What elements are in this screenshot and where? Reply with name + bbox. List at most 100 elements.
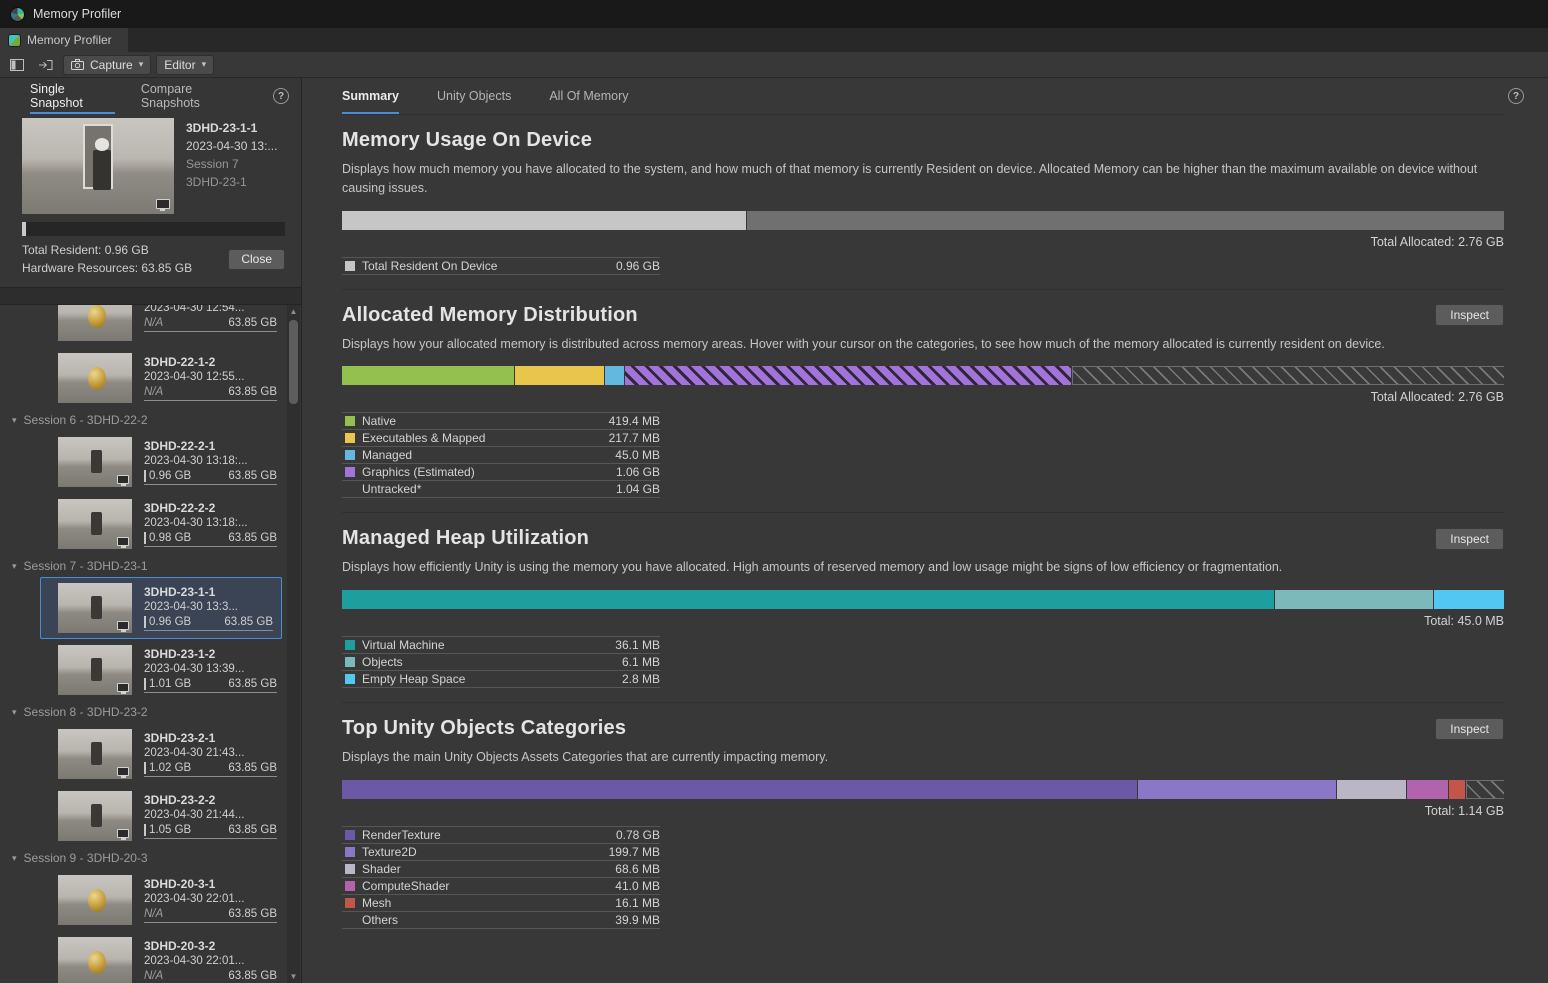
legend-swatch [345, 657, 355, 667]
section-header: Allocated Memory DistributionInspect [342, 304, 1504, 327]
snapshot-thumbnail [58, 729, 132, 779]
resident-memory-bar [22, 222, 285, 236]
scrollbar-thumb[interactable] [289, 320, 298, 404]
inspect-button[interactable]: Inspect [1435, 528, 1504, 550]
legend-value: 36.1 MB [615, 638, 660, 652]
section-header: Memory Usage On Device [342, 129, 1504, 152]
help-icon[interactable]: ? [1508, 88, 1524, 104]
snapshot-list-item[interactable]: 2023-04-30 12:54...N/A63.85 GB [0, 305, 285, 347]
bar-segment-native[interactable] [342, 366, 514, 385]
session-label: Session 6 - 3DHD-22-2 [24, 413, 148, 427]
snapshot-list-item[interactable]: 3DHD-22-2-22023-04-30 13:18:...0.98 GB63… [0, 493, 285, 555]
tab-all-of-memory[interactable]: All Of Memory [549, 78, 628, 114]
legend-row: Managed45.0 MB [342, 447, 660, 464]
total-label: Total Allocated: 2.76 GB [342, 390, 1504, 404]
snapshot-date: 2023-04-30 13:39... [144, 663, 277, 675]
main-tab-bar: Summary Unity Objects All Of Memory ? [302, 78, 1548, 114]
capture-button[interactable]: Capture ▾ [63, 55, 151, 75]
snapshot-list-item[interactable]: 3DHD-20-3-12023-04-30 22:01...N/A63.85 G… [0, 869, 285, 931]
bar-segment-virtual-machine[interactable] [342, 590, 1274, 609]
snapshot-name: 3DHD-20-3-1 [144, 877, 277, 891]
tab-compare-snapshots[interactable]: Compare Snapshots [141, 78, 247, 114]
legend-swatch [345, 881, 355, 891]
bar-segment-executables-mapped[interactable] [515, 366, 604, 385]
bar-segment-mesh[interactable] [1449, 780, 1465, 799]
close-button[interactable]: Close [228, 249, 285, 270]
bar-segment-untracked[interactable] [1072, 366, 1504, 385]
legend-swatch [345, 640, 355, 650]
session-header[interactable]: ▾Session 6 - 3DHD-22-2 [0, 409, 285, 431]
editor-dropdown[interactable]: Editor ▾ [156, 55, 214, 75]
snapshot-list-item[interactable]: 3DHD-23-1-22023-04-30 13:39...1.01 GB63.… [0, 639, 285, 701]
legend-value: 39.9 MB [615, 913, 660, 927]
legend-label: Others [362, 913, 615, 927]
bar-segment-objects[interactable] [1275, 590, 1433, 609]
snapshot-values: 0.96 GB63.85 GB [144, 616, 273, 631]
tab-single-snapshot[interactable]: Single Snapshot [30, 78, 115, 114]
help-icon[interactable]: ? [273, 88, 289, 104]
scroll-up-icon[interactable]: ▲ [290, 305, 298, 318]
bar-segment-allocated-remainder[interactable] [747, 211, 1504, 230]
bar-segment-graphics-estimated[interactable] [625, 366, 1071, 385]
resident-value: 1.01 GB [144, 678, 191, 690]
hardware-value: 63.85 GB [228, 908, 277, 920]
snapshot-list-item[interactable]: 3DHD-22-1-22023-04-30 12:55...N/A63.85 G… [0, 347, 285, 409]
resident-value: N/A [144, 908, 163, 920]
snapshot-name: 3DHD-22-2-1 [144, 439, 277, 453]
legend-label: Objects [362, 655, 622, 669]
tab-unity-objects[interactable]: Unity Objects [437, 78, 511, 114]
section-header: Top Unity Objects CategoriesInspect [342, 717, 1504, 740]
legend-row: Mesh16.1 MB [342, 895, 660, 912]
bar-segment-rendertexture[interactable] [342, 780, 1137, 799]
legend-value: 0.78 GB [616, 828, 660, 842]
snapshot-list-item[interactable]: 3DHD-23-1-12023-04-30 13:3...0.96 GB63.8… [40, 577, 282, 639]
scroll-down-icon[interactable]: ▼ [290, 970, 298, 983]
snapshot-list-item[interactable]: 3DHD-22-2-12023-04-30 13:18:...0.96 GB63… [0, 431, 285, 493]
legend: Virtual Machine36.1 MBObjects6.1 MBEmpty… [342, 636, 660, 688]
legend: Native419.4 MBExecutables & Mapped217.7 … [342, 412, 660, 498]
snapshot-date: 2023-04-30 12:55... [144, 371, 277, 383]
bar-segment-computeshader[interactable] [1407, 780, 1448, 799]
inspect-button[interactable]: Inspect [1435, 718, 1504, 740]
bar-segment-total-resident-on-device[interactable] [342, 211, 746, 230]
snapshot-list-item[interactable]: 3DHD-23-2-22023-04-30 21:44...1.05 GB63.… [0, 785, 285, 847]
inspect-button[interactable]: Inspect [1435, 304, 1504, 326]
selected-snapshot-card-top: 3DHD-23-1-1 2023-04-30 13:... Session 7 … [22, 118, 285, 214]
profiler-tab-icon [8, 34, 21, 47]
session-header[interactable]: ▾Session 8 - 3DHD-23-2 [0, 701, 285, 723]
legend-value: 217.7 MB [609, 431, 660, 445]
legend-value: 419.4 MB [609, 414, 660, 428]
toolbar: Capture ▾ Editor ▾ [0, 52, 1548, 78]
panel-toggle-icon [10, 59, 24, 71]
thumbnail-figure-head [95, 138, 109, 150]
bar-segment-empty-heap-space[interactable] [1434, 590, 1504, 609]
snapshot-values: 0.98 GB63.85 GB [144, 532, 277, 547]
legend-row: Untracked*1.04 GB [342, 481, 660, 498]
snapshot-list: 2023-04-30 12:54...N/A63.85 GB3DHD-22-1-… [0, 305, 285, 983]
tab-summary[interactable]: Summary [342, 78, 399, 114]
panel-toggle-button[interactable] [5, 55, 29, 75]
legend-label: ComputeShader [362, 879, 615, 893]
bar-segment-others[interactable] [1466, 780, 1504, 799]
legend-row: Executables & Mapped217.7 MB [342, 430, 660, 447]
snapshot-list-item[interactable]: 3DHD-20-3-22023-04-30 22:01...N/A63.85 G… [0, 931, 285, 983]
section-allocated-memory-distribution: Allocated Memory DistributionInspectDisp… [342, 289, 1504, 513]
list-scrollbar[interactable]: ▲ ▼ [287, 305, 300, 983]
snapshot-list-item[interactable]: 3DHD-23-2-12023-04-30 21:43...1.02 GB63.… [0, 723, 285, 785]
session-header[interactable]: ▾Session 7 - 3DHD-23-1 [0, 555, 285, 577]
resident-value: N/A [144, 386, 163, 398]
bar-segment-texture2d[interactable] [1138, 780, 1337, 799]
total-label: Total: 1.14 GB [342, 804, 1504, 818]
memory-bar [342, 590, 1504, 609]
session-header[interactable]: ▾Session 9 - 3DHD-20-3 [0, 847, 285, 869]
bar-segment-managed[interactable] [605, 366, 624, 385]
screen-capture-badge-icon [117, 829, 129, 838]
import-snapshot-button[interactable] [34, 55, 58, 75]
snapshots-sidebar: Single Snapshot Compare Snapshots ? 3DHD… [0, 78, 302, 983]
dock-tab-memory-profiler[interactable]: Memory Profiler [0, 28, 128, 52]
snapshot-info: 2023-04-30 12:54...N/A63.85 GB [144, 305, 285, 332]
resident-value: 0.96 GB [144, 616, 191, 628]
bar-segment-shader[interactable] [1337, 780, 1406, 799]
legend-label: Texture2D [362, 845, 609, 859]
chevron-down-icon: ▾ [139, 60, 144, 69]
